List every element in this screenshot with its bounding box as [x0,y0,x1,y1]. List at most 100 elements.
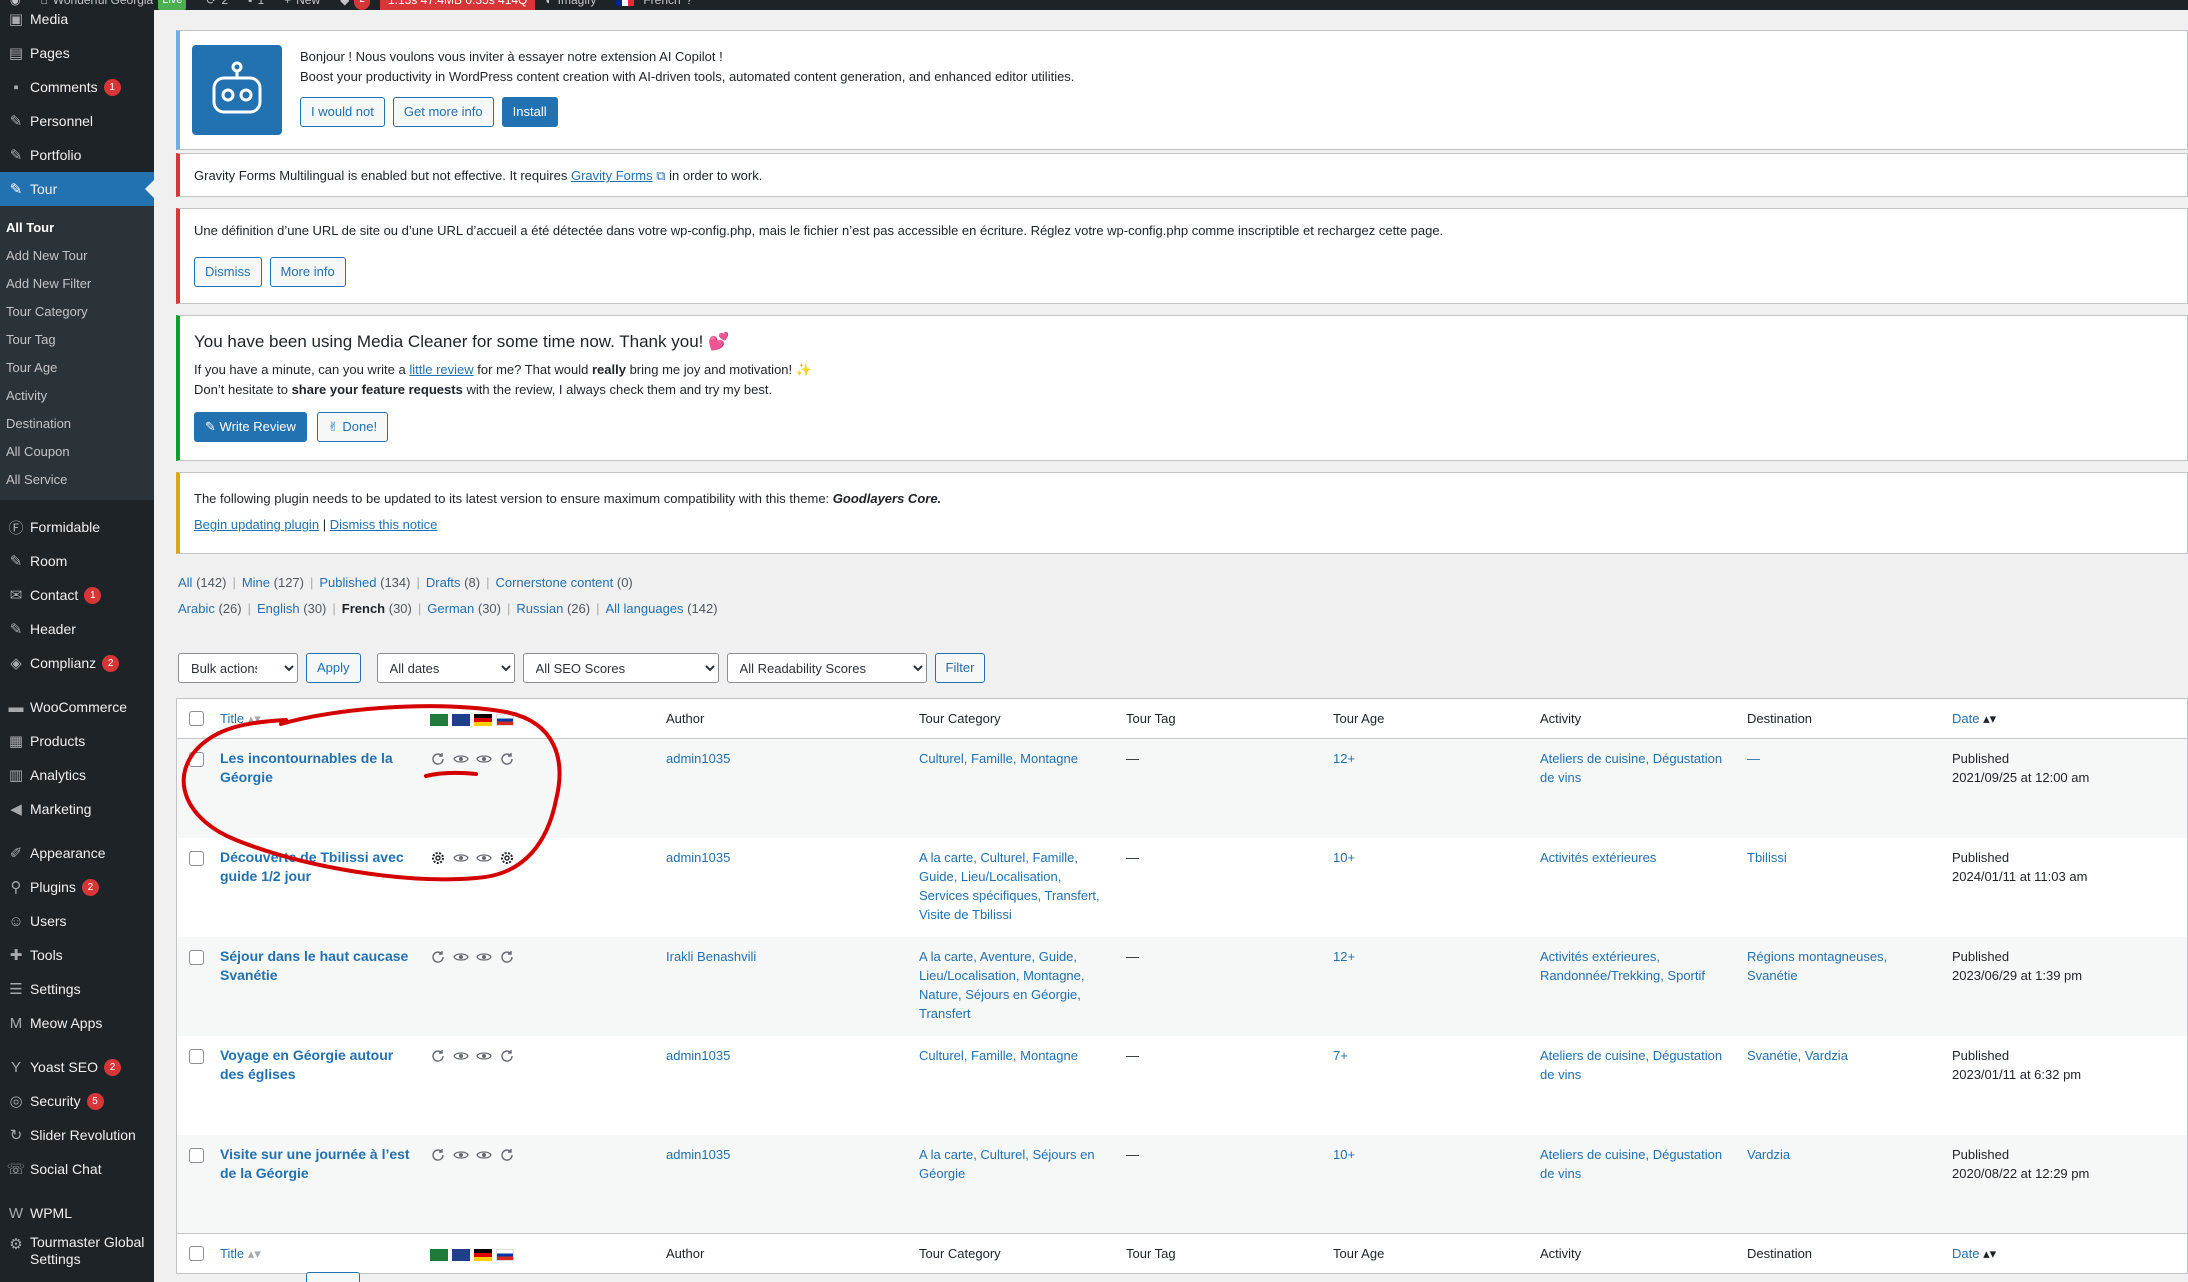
dismiss-notice-link[interactable]: Dismiss this notice [330,517,438,532]
sidebar-item-contact[interactable]: ✉ Contact 1 [0,578,154,612]
little-review-link[interactable]: little review [409,362,473,377]
row-title-link[interactable]: Séjour dans le haut caucase Svanétie [220,948,408,983]
row-author-link[interactable]: admin1035 [666,850,730,865]
row-checkbox[interactable] [189,1147,204,1163]
row-author-link[interactable]: Irakli Benashvili [666,949,756,964]
filter-link-arabic[interactable]: Arabic (26) [178,601,242,616]
submenu-item-all-coupon[interactable]: All Coupon [0,438,154,466]
sidebar-item-wpml[interactable]: W WPML [0,1196,154,1230]
apply-button-bottom[interactable] [306,1272,360,1282]
filter-button[interactable]: Filter [934,653,986,683]
filter-link-english[interactable]: English (30) [257,601,326,616]
date-column-header[interactable]: Date ▴▾ [1944,698,2188,739]
sidebar-item-personnel[interactable]: ✎ Personnel [0,104,154,138]
notifications-item[interactable]: ◆ 2 [330,0,380,10]
submenu-item-tour-category[interactable]: Tour Category [0,298,154,326]
view-eye-icon[interactable] [453,1147,469,1168]
submenu-item-tour-tag[interactable]: Tour Tag [0,326,154,354]
sidebar-item-settings[interactable]: ☰ Settings [0,972,154,1006]
row-age-link[interactable]: 10+ [1333,1147,1355,1162]
sidebar-item-analytics[interactable]: ▥ Analytics [0,758,154,792]
sidebar-item-yoast-seo[interactable]: Y Yoast SEO 2 [0,1050,154,1084]
query-monitor-item[interactable]: 1.13s 47.4MB 0.35s 414Q [379,0,536,10]
view-eye-icon[interactable] [453,1048,469,1069]
refresh-translation-icon[interactable] [499,949,515,970]
row-activity-links[interactable]: Activités extérieures [1540,850,1656,865]
comments-item[interactable]: ▪ 1 [238,0,274,10]
sidebar-item-meow-apps[interactable]: M Meow Apps [0,1006,154,1040]
row-checkbox[interactable] [189,1048,204,1064]
write-review-button[interactable]: ✎ Write Review [194,412,307,442]
submenu-item-all-service[interactable]: All Service [0,466,154,494]
row-author-link[interactable]: admin1035 [666,1048,730,1063]
sidebar-item-room[interactable]: ✎ Room [0,544,154,578]
sidebar-item-plugins[interactable]: ⚲ Plugins 2 [0,870,154,904]
bulk-actions-select[interactable]: Bulk actions [178,653,298,683]
row-activity-links[interactable]: Ateliers de cuisine, Dégustation de vins [1540,1048,1722,1082]
row-category-links[interactable]: A la carte, Culturel, Famille, Guide, Li… [919,850,1100,922]
sidebar-item-comments[interactable]: ▪ Comments 1 [0,70,154,104]
dismiss-button[interactable]: Dismiss [194,257,262,287]
row-category-links[interactable]: Culturel, Famille, Montagne [919,1048,1078,1063]
sidebar-item-security[interactable]: ◎ Security 5 [0,1084,154,1118]
row-activity-links[interactable]: Activités extérieures, Randonnée/Trekkin… [1540,949,1705,983]
refresh-translation-icon[interactable] [499,1147,515,1168]
new-content-item[interactable]: + New [274,0,330,10]
sidebar-item-marketing[interactable]: ◀ Marketing [0,792,154,826]
apply-button[interactable]: Apply [306,653,361,683]
submenu-item-destination[interactable]: Destination [0,410,154,438]
sidebar-item-pages[interactable]: ▤ Pages [0,36,154,70]
row-activity-links[interactable]: Ateliers de cuisine, Dégustation de vins [1540,751,1722,785]
filter-link-french[interactable]: French (30) [342,601,412,616]
row-destination-links[interactable]: — [1747,751,1760,766]
filter-link-published[interactable]: Published (134) [319,575,410,590]
done-button[interactable]: ✌ Done! [316,412,389,442]
row-destination-links[interactable]: Vardzia [1747,1147,1790,1162]
row-age-link[interactable]: 7+ [1333,1048,1348,1063]
row-category-links[interactable]: Culturel, Famille, Montagne [919,751,1078,766]
title-footer-header[interactable]: Title ▴▾ [212,1233,422,1274]
gravity-forms-link[interactable]: Gravity Forms [571,168,653,183]
date-footer-header[interactable]: Date ▴▾ [1944,1233,2188,1274]
sidebar-item-portfolio[interactable]: ✎ Portfolio [0,138,154,172]
row-title-link[interactable]: Voyage en Géorgie autour des églises [220,1047,393,1082]
filter-link-cornerstone-content[interactable]: Cornerstone content (0) [495,575,632,590]
row-checkbox[interactable] [189,949,204,965]
more-info-button-2[interactable]: More info [269,257,346,287]
row-title-link[interactable]: Visite sur une journée à l’est de la Géo… [220,1146,410,1181]
view-eye-icon[interactable] [476,1048,492,1069]
row-category-links[interactable]: A la carte, Culturel, Séjours en Géorgie [919,1147,1095,1181]
submenu-item-add-new-filter[interactable]: Add New Filter [0,270,154,298]
more-info-button[interactable]: Get more info [392,97,494,127]
filter-link-all-languages[interactable]: All languages (142) [605,601,717,616]
row-destination-links[interactable]: Tbilissi [1747,850,1787,865]
row-age-link[interactable]: 10+ [1333,850,1355,865]
sidebar-item-formidable[interactable]: Ⓕ Formidable [0,510,154,544]
sidebar-item-tour[interactable]: ✎ Tour [0,172,154,206]
seo-scores-select[interactable]: All SEO Scores [522,653,719,683]
filter-link-all[interactable]: All (142) [178,575,226,590]
sidebar-item-appearance[interactable]: ✐ Appearance [0,836,154,870]
row-age-link[interactable]: 12+ [1333,751,1355,766]
submenu-item-add-new-tour[interactable]: Add New Tour [0,242,154,270]
bulk-actions-select-bottom[interactable] [178,1272,298,1282]
submenu-item-activity[interactable]: Activity [0,382,154,410]
decline-button[interactable]: I would not [300,97,385,127]
sidebar-item-media[interactable]: ▣ Media [0,2,154,36]
view-eye-icon[interactable] [453,949,469,970]
view-eye-icon[interactable] [476,1147,492,1168]
sidebar-item-social-chat[interactable]: ☏ Social Chat [0,1152,154,1186]
sidebar-item-header[interactable]: ✎ Header [0,612,154,646]
select-all-checkbox-footer[interactable] [189,1246,204,1261]
row-category-links[interactable]: A la carte, Aventure, Guide, Lieu/Locali… [919,949,1085,1021]
sidebar-item-users[interactable]: ☺ Users [0,904,154,938]
row-author-link[interactable]: admin1035 [666,1147,730,1162]
refresh-translation-icon[interactable] [430,949,446,970]
readability-select[interactable]: All Readability Scores [726,653,927,683]
filter-link-mine[interactable]: Mine (127) [242,575,304,590]
sidebar-item-slider-revolution[interactable]: ↻ Slider Revolution [0,1118,154,1152]
filter-link-drafts[interactable]: Drafts (8) [426,575,480,590]
row-destination-links[interactable]: Régions montagneuses, Svanétie [1747,949,1887,983]
sidebar-item-woocommerce[interactable]: ▬ WooCommerce [0,690,154,724]
sidebar-item-tools[interactable]: ✚ Tools [0,938,154,972]
